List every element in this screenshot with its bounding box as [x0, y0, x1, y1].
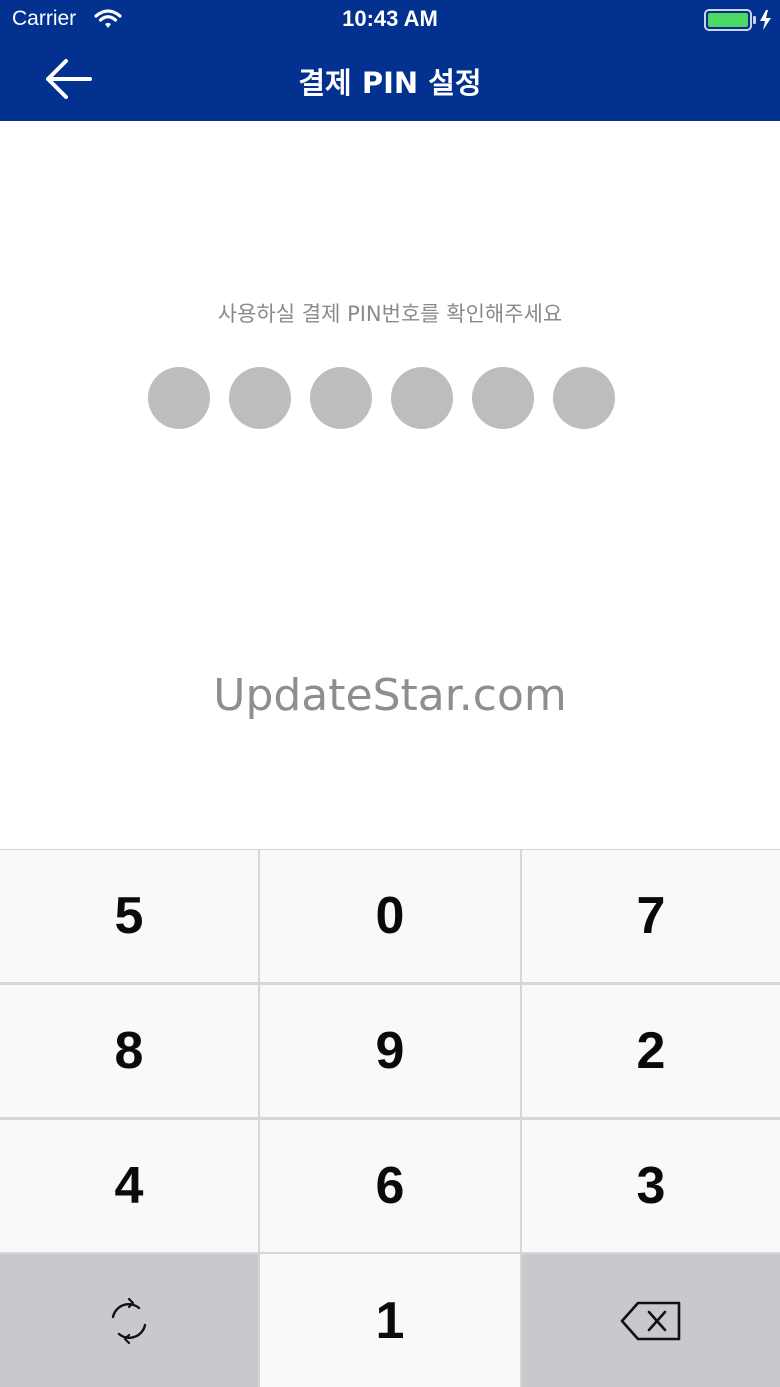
keypad-key[interactable]: 8 [0, 985, 258, 1117]
status-bar: Carrier 10:43 AM [0, 0, 780, 40]
pin-dot [391, 367, 453, 429]
pin-indicator [148, 367, 628, 429]
keypad-key[interactable]: 7 [522, 850, 780, 982]
number-keypad: 5 0 7 8 9 2 4 6 3 1 [0, 849, 780, 1387]
pin-dot [229, 367, 291, 429]
shuffle-icon [111, 1297, 147, 1344]
backspace-icon [620, 1301, 681, 1340]
pin-dot [148, 367, 210, 429]
pin-dot [553, 367, 615, 429]
watermark: UpdateStar.com [213, 670, 567, 721]
keypad-key[interactable]: 3 [522, 1120, 780, 1252]
keypad-key[interactable]: 4 [0, 1120, 258, 1252]
backspace-button[interactable] [522, 1254, 780, 1387]
shuffle-button[interactable] [0, 1254, 258, 1387]
page-title: 결제 PIN 설정 [298, 66, 482, 100]
charging-bolt-icon [760, 10, 771, 30]
pin-setup-screen: Carrier 10:43 AM 결제 PIN 설정 사용하실 결제 PIN번호… [0, 0, 780, 1387]
keypad-key[interactable]: 0 [260, 850, 520, 982]
nav-bar: 결제 PIN 설정 [0, 40, 780, 121]
pin-dot [472, 367, 534, 429]
keypad-key[interactable]: 6 [260, 1120, 520, 1252]
battery-icon [704, 9, 774, 31]
pin-prompt-text: 사용하실 결제 PIN번호를 확인해주세요 [217, 302, 563, 326]
keypad-key[interactable]: 9 [260, 985, 520, 1117]
pin-dot [310, 367, 372, 429]
keypad-key[interactable]: 1 [260, 1254, 520, 1387]
status-time: 10:43 AM [342, 6, 438, 31]
keypad-key[interactable]: 5 [0, 850, 258, 982]
keypad-key[interactable]: 2 [522, 985, 780, 1117]
header: Carrier 10:43 AM 결제 PIN 설정 [0, 0, 780, 121]
